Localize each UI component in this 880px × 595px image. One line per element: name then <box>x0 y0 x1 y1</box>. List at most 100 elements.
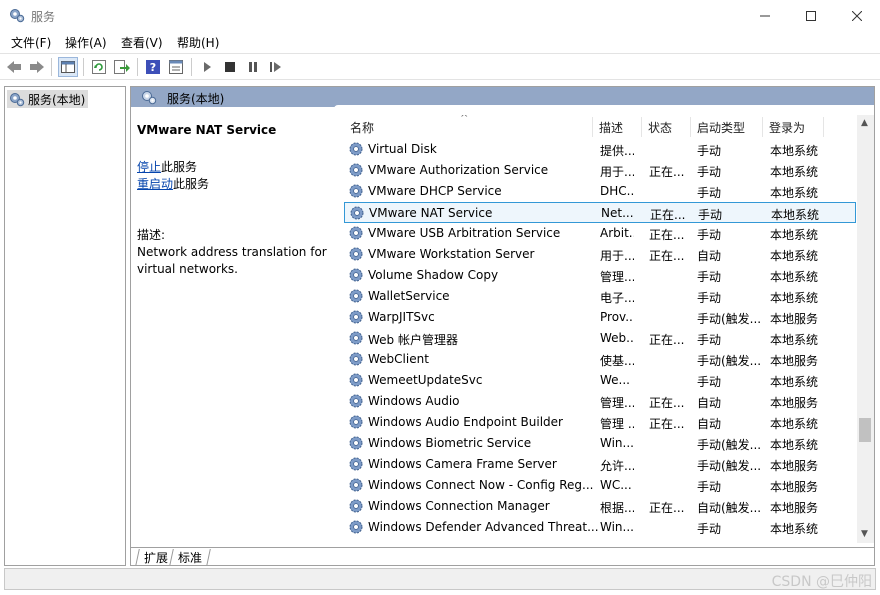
menu-help[interactable]: 帮助(H) <box>177 34 219 51</box>
column-header-name[interactable]: 名称 <box>350 119 374 136</box>
service-name: Windows Audio Endpoint Builder <box>368 415 563 429</box>
column-header-status[interactable]: 状态 <box>648 119 672 136</box>
status-bar <box>4 568 876 590</box>
service-row[interactable]: Volume Shadow Copy 管理... 手动 本地系统 <box>344 265 856 286</box>
service-startup-type: 自动 <box>697 417 722 431</box>
column-header-log-on-as[interactable]: 登录为 <box>769 119 805 136</box>
service-row[interactable]: VMware Workstation Server 用于... 正在... 自动 本地系… <box>344 244 856 265</box>
pause-service-button[interactable] <box>243 57 263 77</box>
service-startup-type: 手动 <box>698 208 723 222</box>
play-icon <box>204 62 211 72</box>
service-row[interactable]: VMware NAT Service Net... 正在... 手动 本地系统 <box>344 202 856 223</box>
export-list-button[interactable] <box>112 57 132 77</box>
service-gear-icon <box>348 267 364 283</box>
forward-button[interactable] <box>27 57 47 77</box>
service-startup-type: 手动 <box>697 291 722 305</box>
services-pane: 服务(本地) VMware NAT Service 停止此服务 重启动此服务 描… <box>130 86 875 566</box>
service-description: 使基... <box>600 354 634 368</box>
service-gear-icon <box>348 183 364 199</box>
tree-item-services-local[interactable]: 服务(本地) <box>7 90 89 108</box>
close-icon <box>852 10 862 21</box>
restart-service-button[interactable] <box>266 57 286 77</box>
stop-service-link[interactable]: 停止 <box>137 160 161 174</box>
service-log-on-as: 本地服务 <box>770 312 819 326</box>
scroll-down-icon[interactable]: ▼ <box>861 529 868 539</box>
back-button[interactable] <box>4 57 24 77</box>
service-description: 管理 ... <box>600 417 634 431</box>
service-log-on-as: 本地系统 <box>770 333 819 347</box>
menu-action[interactable]: 操作(A) <box>65 34 107 51</box>
service-row[interactable]: Windows Biometric Service Win... 手动(触发... 本… <box>344 433 856 454</box>
column-header-description[interactable]: 描述 <box>599 119 623 136</box>
service-row[interactable]: WemeetUpdateSvc We... 手动 本地系统 <box>344 370 856 391</box>
stop-suffix: 此服务 <box>161 160 198 174</box>
service-row[interactable]: Windows Connection Manager 根据... 正在... 自动(触… <box>344 496 856 517</box>
service-row[interactable]: VMware Authorization Service 用于... 正在... 手动… <box>344 160 856 181</box>
restart-service-link[interactable]: 重启动 <box>137 177 173 191</box>
tree-item-label: 服务(本地) <box>28 92 86 107</box>
service-gear-icon <box>348 498 364 514</box>
menu-file[interactable]: 文件(F) <box>11 34 51 51</box>
service-name: VMware DHCP Service <box>368 184 502 198</box>
service-log-on-as: 本地系统 <box>770 522 819 536</box>
service-gear-icon <box>348 309 364 325</box>
service-row[interactable]: Windows Audio 管理... 正在... 自动 本地服务 <box>344 391 856 412</box>
service-status: 正在... <box>649 501 685 515</box>
menu-bar: 文件(F) 操作(A) 查看(V) 帮助(H) <box>0 31 880 53</box>
menu-view[interactable]: 查看(V) <box>121 34 163 51</box>
service-row[interactable]: WalletService 电子... 手动 本地系统 <box>344 286 856 307</box>
minimize-button[interactable] <box>742 0 788 31</box>
properties-button[interactable] <box>166 57 186 77</box>
description-line-2: virtual networks. <box>137 262 238 276</box>
services-list: ^ 名称 描述 状态 启动类型 登录为 Virtual Disk 提供... 手动本… <box>344 115 856 543</box>
stop-service-button[interactable] <box>220 57 240 77</box>
service-description: Web... <box>600 331 634 345</box>
service-startup-type: 手动 <box>697 228 722 242</box>
service-startup-type: 自动 <box>697 396 722 410</box>
service-gear-icon <box>349 205 365 221</box>
service-startup-type: 手动 <box>697 333 722 347</box>
service-row[interactable]: Web 帐户管理器 Web... 正在... 手动 本地系统 <box>344 328 856 349</box>
service-row[interactable]: VMware DHCP Service DHC... 手动 本地系统 <box>344 181 856 202</box>
service-startup-type: 自动(触发... <box>697 501 762 515</box>
show-hide-tree-button[interactable] <box>58 57 78 77</box>
service-description: 用于... <box>600 165 634 179</box>
service-row[interactable]: Windows Camera Frame Server 允许... 手动(触发...… <box>344 454 856 475</box>
service-status: 正在... <box>649 333 685 347</box>
service-name: Web 帐户管理器 <box>368 333 458 347</box>
service-description: We... <box>600 373 630 387</box>
help-button[interactable]: ? <box>143 57 163 77</box>
maximize-button[interactable] <box>788 0 834 31</box>
service-gear-icon <box>348 435 364 451</box>
vertical-scrollbar[interactable]: ▲ ▼ <box>857 115 874 543</box>
services-gear-icon <box>10 93 25 107</box>
service-row[interactable]: Virtual Disk 提供... 手动 本地系统 <box>344 139 856 160</box>
service-startup-type: 手动(触发... <box>697 354 762 368</box>
service-gear-icon <box>348 162 364 178</box>
start-service-button[interactable] <box>197 57 217 77</box>
minimize-icon <box>760 15 770 16</box>
refresh-button[interactable] <box>89 57 109 77</box>
service-log-on-as: 本地系统 <box>770 165 819 179</box>
description-line-1: Network address translation for <box>137 245 327 259</box>
service-row[interactable]: WarpJITSvc Prov... 手动(触发... 本地服务 <box>344 307 856 328</box>
service-row[interactable]: VMware USB Arbitration Service Arbit... 正在… <box>344 223 856 244</box>
scrollbar-thumb[interactable] <box>859 418 871 442</box>
help-icon: ? <box>146 60 160 74</box>
service-row[interactable]: Windows Audio Endpoint Builder 管理 ... 正在..… <box>344 412 856 433</box>
tab-standard[interactable]: 标准 <box>169 549 211 565</box>
service-row[interactable]: Windows Defender Advanced Threat... Win..… <box>344 517 856 538</box>
close-button[interactable] <box>834 0 880 31</box>
service-gear-icon <box>348 225 364 241</box>
service-gear-icon <box>348 372 364 388</box>
service-status: 正在... <box>649 417 685 431</box>
service-row[interactable]: WebClient 使基... 手动(触发... 本地服务 <box>344 349 856 370</box>
service-description: DHC... <box>600 184 634 198</box>
service-row[interactable]: Windows Connect Now - Config Reg... WC...… <box>344 475 856 496</box>
service-name: VMware NAT Service <box>369 206 493 220</box>
service-detail-panel: VMware NAT Service 停止此服务 重启动此服务 描述: Netw… <box>137 123 333 278</box>
scroll-up-icon[interactable]: ▲ <box>861 118 868 128</box>
column-header-startup-type[interactable]: 启动类型 <box>697 119 745 136</box>
list-header: ^ 名称 描述 状态 启动类型 登录为 <box>344 115 856 138</box>
service-name: VMware Authorization Service <box>368 163 549 177</box>
